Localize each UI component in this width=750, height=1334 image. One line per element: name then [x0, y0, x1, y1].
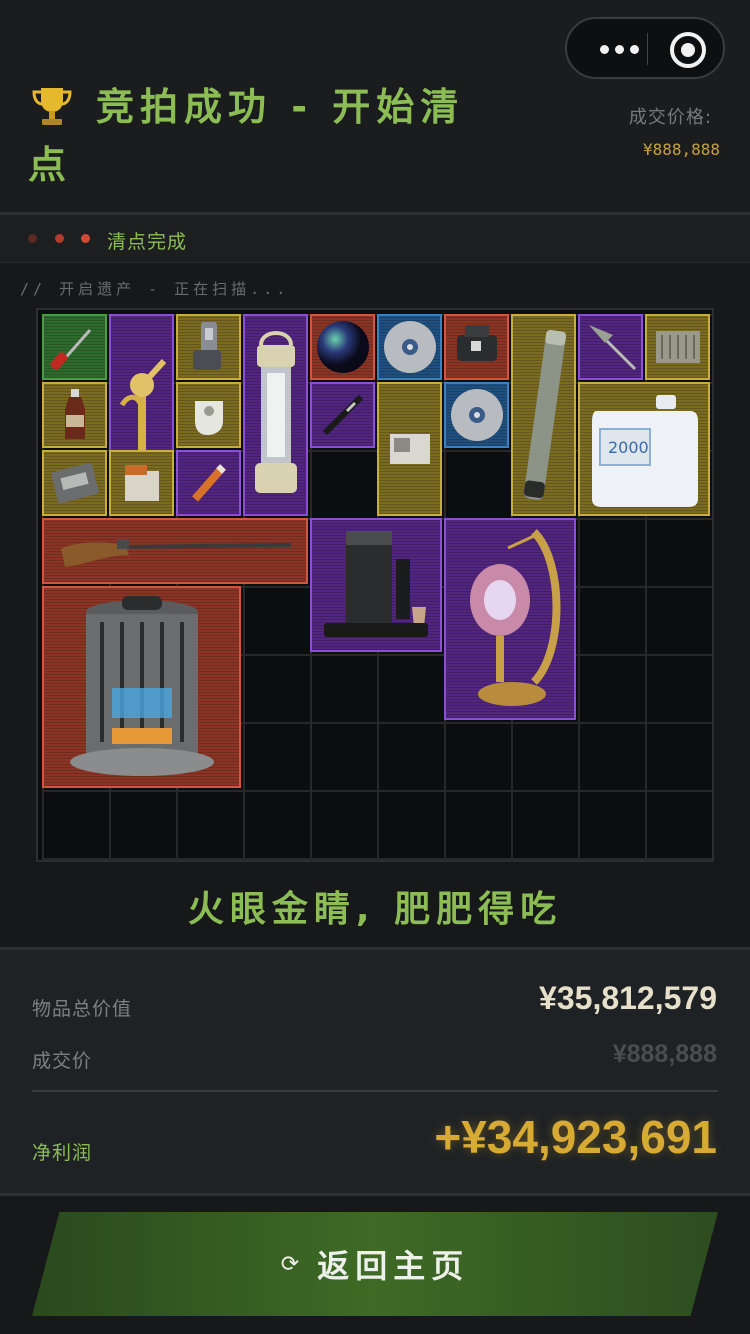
- item-firecracker[interactable]: [176, 450, 241, 516]
- item-ration-pack[interactable]: [42, 450, 107, 516]
- deal-price-value: ¥888,888: [642, 140, 720, 159]
- item-moon-lamp[interactable]: [444, 518, 576, 720]
- fountain-pen-icon: [322, 394, 363, 436]
- item-reactor-core[interactable]: [42, 586, 241, 788]
- item-cigarette-box[interactable]: [109, 450, 174, 516]
- capsule-divider: [647, 33, 648, 65]
- item-spear-head[interactable]: [578, 314, 643, 380]
- wrist-device-icon: [456, 325, 497, 361]
- inhaler-icon: [192, 322, 221, 370]
- profit-label: 净利润: [32, 1142, 93, 1164]
- status-bar: 清点完成: [0, 215, 750, 263]
- data-disc-icon: [383, 321, 436, 373]
- flintlock-rifle-icon: [61, 539, 292, 567]
- deal-price-label: 成交价格:: [628, 107, 712, 128]
- item-sauce-bottle[interactable]: [42, 382, 107, 448]
- item-coffee-machine[interactable]: [310, 518, 442, 652]
- section-divider: [0, 1193, 750, 1196]
- more-dots-icon[interactable]: [589, 37, 649, 61]
- item-circuit-box[interactable]: [645, 314, 710, 380]
- total-value-label: 物品总价值: [32, 998, 133, 1020]
- status-dot-3: [81, 234, 90, 243]
- jug-label: 2000: [608, 438, 649, 457]
- screwdriver-icon: [49, 329, 91, 370]
- page-title: 竞拍成功 - 开始清点: [28, 85, 465, 187]
- item-wrist-device[interactable]: [444, 314, 509, 380]
- item-storm-lantern[interactable]: [243, 314, 308, 516]
- item-data-disc-2[interactable]: [444, 382, 509, 448]
- spear-head-icon: [588, 325, 636, 371]
- item-inhaler[interactable]: [176, 314, 241, 380]
- refresh-icon: ⟳: [280, 1251, 300, 1277]
- white-glove-icon: [194, 401, 223, 435]
- item-marble-orb[interactable]: [310, 314, 375, 380]
- photo-card-icon: [389, 434, 430, 464]
- item-photo-card[interactable]: [377, 382, 442, 516]
- item-blueprint-tube[interactable]: [511, 314, 576, 516]
- circuit-box-icon: [655, 331, 700, 363]
- sauce-bottle-icon: [64, 389, 85, 439]
- home-button-label: 返回主页: [317, 1247, 470, 1285]
- firecracker-icon: [191, 464, 226, 502]
- summary-panel: 物品总价值 ¥35,812,579 成交价 ¥888,888 净利润 +¥34,…: [0, 950, 750, 1193]
- item-water-jug[interactable]: 2000: [578, 382, 710, 516]
- scan-text: // 开启遗产 - 正在扫描...: [20, 280, 290, 298]
- moon-lamp-icon: [470, 529, 561, 706]
- home-button[interactable]: ⟳ 返回主页: [32, 1212, 718, 1316]
- item-white-glove[interactable]: [176, 382, 241, 448]
- total-value: ¥35,812,579: [539, 980, 717, 1016]
- ration-pack-icon: [50, 463, 99, 503]
- target-circle-icon[interactable]: [670, 32, 706, 68]
- status-text: 清点完成: [107, 231, 188, 253]
- miniprogram-capsule: [565, 17, 725, 79]
- cigarette-box-icon: [124, 465, 159, 501]
- status-dot-1: [28, 234, 37, 243]
- header: 竞拍成功 - 开始清点 成交价格: ¥888,888: [0, 0, 750, 212]
- storm-lantern-icon: [254, 331, 297, 493]
- coffee-machine-icon: [324, 531, 428, 637]
- item-flintlock-rifle[interactable]: [42, 518, 308, 584]
- item-fountain-pen[interactable]: [310, 382, 375, 448]
- summary-divider: [32, 1090, 718, 1092]
- slogan: 火眼金睛, 肥肥得吃: [187, 889, 563, 930]
- profit-value: +¥34,923,691: [434, 1111, 717, 1163]
- item-data-disc[interactable]: [377, 314, 442, 380]
- status-dot-2: [55, 234, 64, 243]
- reactor-core-icon: [69, 596, 214, 776]
- water-jug-icon: 2000: [592, 395, 698, 507]
- deal-value: ¥888,888: [612, 1040, 717, 1068]
- blueprint-tube-icon: [523, 329, 566, 500]
- marble-orb-icon: [316, 321, 369, 373]
- deal-label: 成交价: [32, 1050, 93, 1072]
- item-screwdriver[interactable]: [42, 314, 107, 380]
- data-disc-icon: [450, 389, 503, 441]
- inventory-grid: 2000: [36, 308, 714, 862]
